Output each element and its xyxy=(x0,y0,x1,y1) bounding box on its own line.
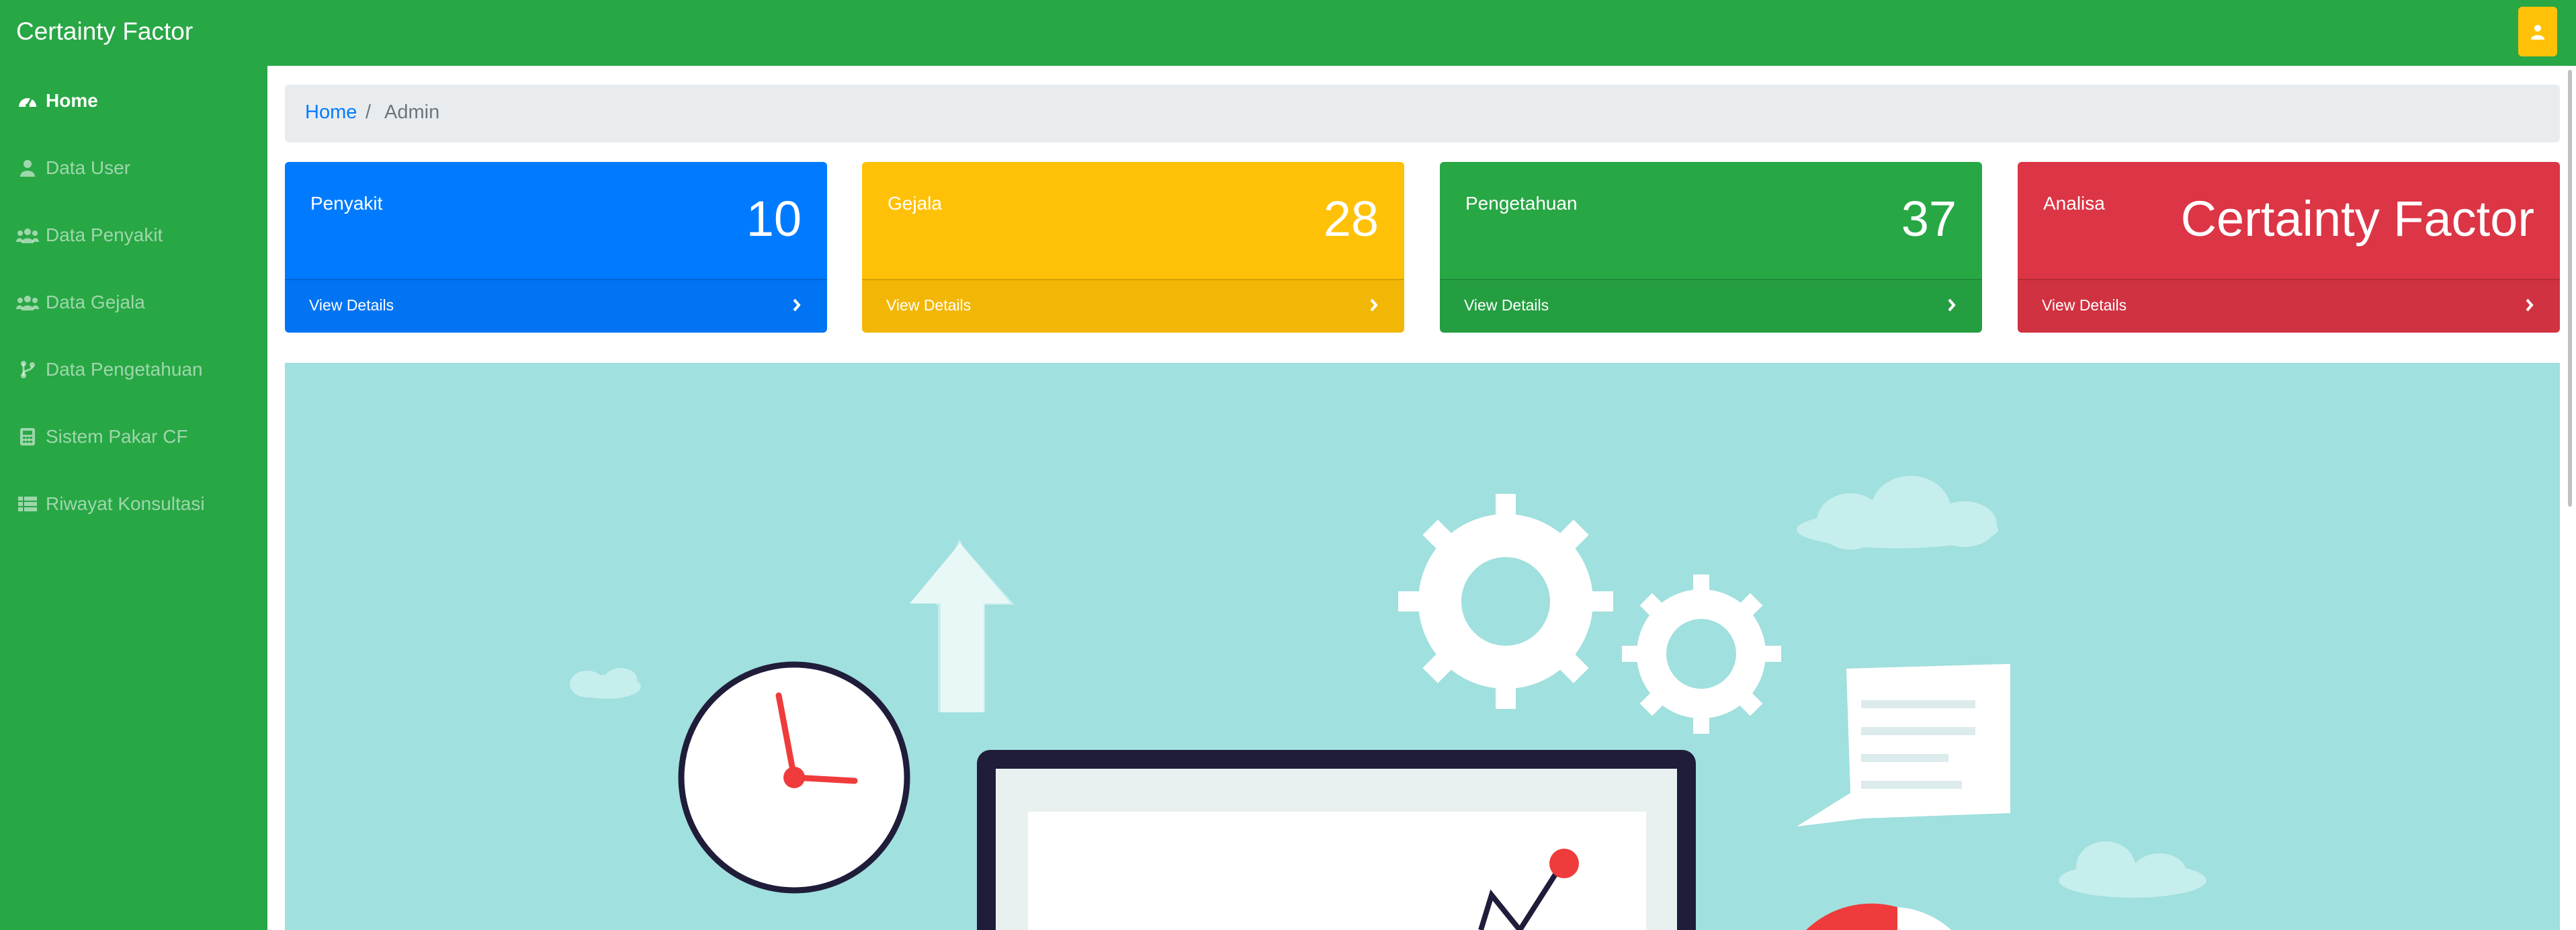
view-details-label: View Details xyxy=(309,296,394,314)
pie-chart-shape xyxy=(1806,903,1951,930)
breadcrumb-home-link[interactable]: Home xyxy=(305,101,357,124)
card-label: Penyakit xyxy=(310,193,383,214)
sidebar-item-label: Data Penyakit xyxy=(46,224,163,245)
dashboard-icon xyxy=(16,91,39,111)
card-footer-link[interactable]: View Details xyxy=(2018,279,2560,333)
sidebar-item-sistem-pakar[interactable]: Sistem Pakar CF xyxy=(16,422,188,452)
chevron-right-icon xyxy=(1370,298,1378,312)
laptop-shape xyxy=(977,750,1696,930)
sidebar-item-data-user[interactable]: Data User xyxy=(16,153,130,183)
sidebar-item-home[interactable]: Home xyxy=(16,86,98,116)
card-gejala: Gejala 28 View Details xyxy=(862,162,1404,333)
card-value: 37 xyxy=(1901,191,1957,247)
card-value: 10 xyxy=(746,191,802,247)
card-value: 28 xyxy=(1323,191,1379,247)
breadcrumb: Home / Admin xyxy=(285,85,2560,142)
user-icon xyxy=(2531,25,2544,40)
code-branch-icon xyxy=(16,360,39,380)
cloud-shape xyxy=(1797,476,1998,550)
sidebar-item-label: Data Pengetahuan xyxy=(46,359,203,380)
breadcrumb-current: Admin xyxy=(384,101,440,123)
scrollbar-thumb[interactable] xyxy=(2568,70,2572,507)
sidebar-item-data-pengetahuan[interactable]: Data Pengetahuan xyxy=(16,355,203,384)
sidebar-item-data-gejala[interactable]: Data Gejala xyxy=(16,288,145,317)
cloud-shape xyxy=(570,668,641,699)
top-navbar: Certainty Factor xyxy=(0,0,2576,66)
sidebar-item-label: Riwayat Konsultasi xyxy=(46,493,205,514)
calculator-icon xyxy=(16,427,39,447)
chevron-right-icon xyxy=(793,298,801,312)
view-details-label: View Details xyxy=(886,296,972,314)
card-label: Pengetahuan xyxy=(1465,193,1578,214)
card-footer-link[interactable]: View Details xyxy=(1440,279,1982,333)
sidebar-item-label: Data Gejala xyxy=(46,292,145,312)
sidebar: Home Data User Data Penyakit Data Gejala… xyxy=(0,66,267,930)
card-label: Analisa xyxy=(2043,193,2105,214)
brand-title[interactable]: Certainty Factor xyxy=(16,17,193,46)
card-footer-link[interactable]: View Details xyxy=(285,279,827,333)
view-details-label: View Details xyxy=(1464,296,1549,314)
sidebar-item-label: Data User xyxy=(46,157,131,178)
list-icon xyxy=(16,494,39,514)
clock-shape xyxy=(678,661,910,894)
card-analisa: Analisa Certainty Factor View Details xyxy=(2018,162,2560,333)
chevron-right-icon xyxy=(1948,298,1956,312)
card-pengetahuan: Pengetahuan 37 View Details xyxy=(1440,162,1982,333)
card-footer-link[interactable]: View Details xyxy=(862,279,1404,333)
chevron-right-icon xyxy=(2526,298,2534,312)
card-value: Certainty Factor xyxy=(2180,191,2534,247)
dashboard-illustration xyxy=(570,476,2206,930)
sidebar-item-label: Home xyxy=(46,90,98,111)
hero-illustration xyxy=(285,363,2560,930)
sidebar-item-data-penyakit[interactable]: Data Penyakit xyxy=(16,220,163,250)
users-icon xyxy=(16,292,39,312)
card-label: Gejala xyxy=(888,193,942,214)
view-details-label: View Details xyxy=(2042,296,2127,314)
card-penyakit: Penyakit 10 View Details xyxy=(285,162,827,333)
gear-shape xyxy=(1622,575,1781,734)
user-menu-button[interactable] xyxy=(2518,7,2557,56)
breadcrumb-separator: / xyxy=(366,101,372,123)
sidebar-item-riwayat-konsultasi[interactable]: Riwayat Konsultasi xyxy=(16,489,205,519)
speech-bubble-shape xyxy=(1797,664,2010,827)
user-icon xyxy=(16,158,39,178)
sidebar-item-label: Sistem Pakar CF xyxy=(46,426,188,447)
cloud-shape xyxy=(2059,841,2206,898)
gear-shape xyxy=(1398,494,1613,709)
users-icon xyxy=(16,225,39,245)
